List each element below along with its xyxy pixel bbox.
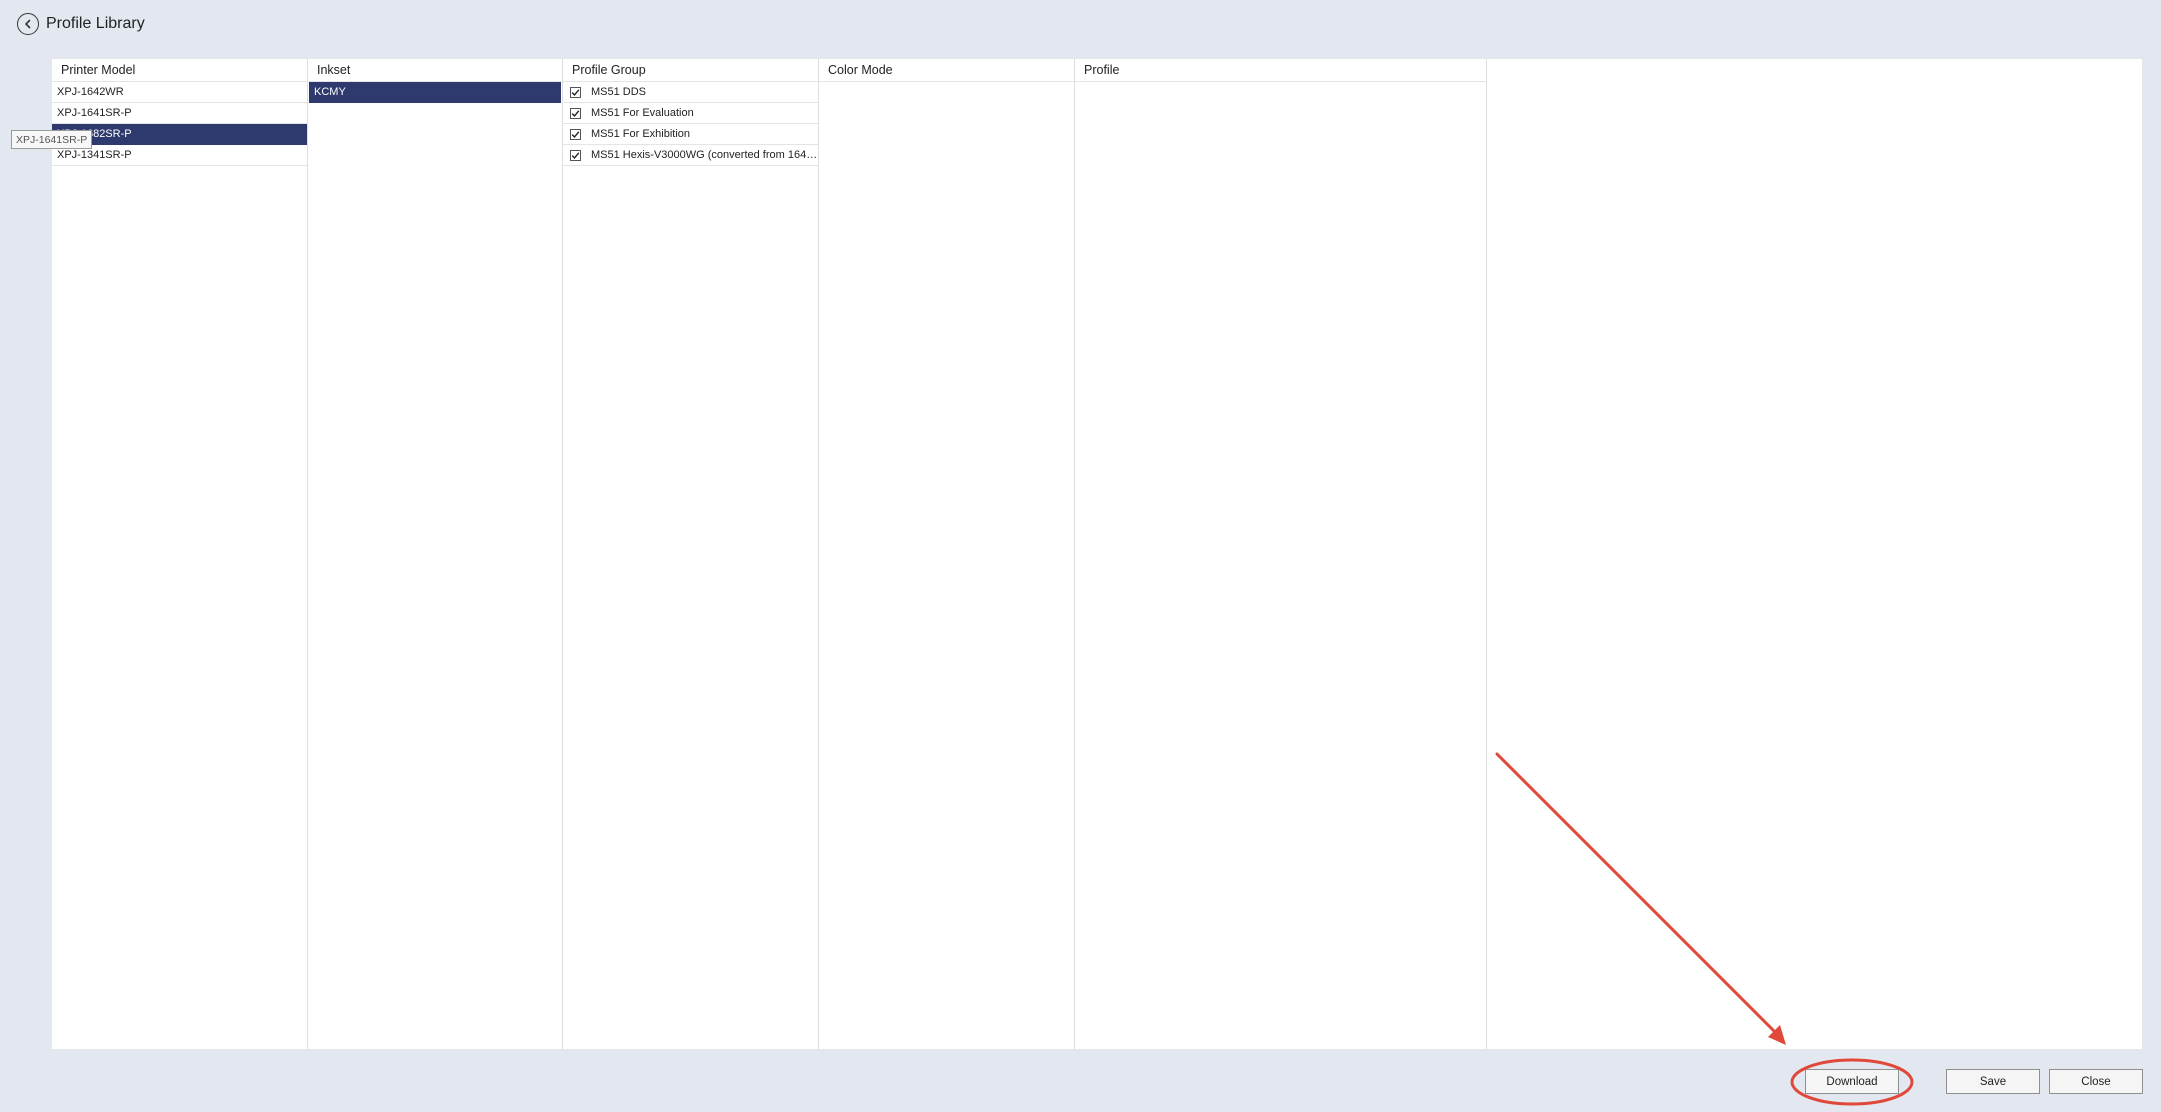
profile-group-label: MS51 For Exhibition	[591, 127, 691, 140]
checkmark-icon	[571, 88, 580, 96]
inkset-column: Inkset KCMY	[308, 59, 563, 1049]
back-button[interactable]	[17, 13, 39, 35]
page-title: Profile Library	[46, 15, 145, 32]
profile-group-checkbox[interactable]	[570, 128, 581, 140]
chevron-left-icon	[25, 19, 31, 29]
profile-group-item[interactable]: MS51 For Exhibition	[563, 124, 818, 145]
profile-group-checkbox[interactable]	[570, 107, 581, 119]
profile-column: Profile	[1075, 59, 1487, 1049]
profile-header: Profile	[1075, 59, 1486, 82]
profile-group-item[interactable]: MS51 For Evaluation	[563, 103, 818, 124]
inkset-item-selected[interactable]: KCMY	[309, 82, 561, 103]
page-header: Profile Library	[17, 11, 145, 37]
printer-model-column: Printer Model XPJ-1642WR XPJ-1641SR-P XP…	[52, 59, 308, 1049]
profile-group-label: MS51 Hexis-V3000WG (converted from 1641S…	[591, 148, 818, 161]
save-button[interactable]: Save	[1946, 1069, 2040, 1094]
profile-group-item[interactable]: MS51 Hexis-V3000WG (converted from 1641S…	[563, 145, 818, 166]
inkset-header: Inkset	[308, 59, 562, 82]
printer-model-item[interactable]: XPJ-1641SR-P	[52, 103, 307, 124]
checkmark-icon	[571, 109, 580, 117]
profile-group-header: Profile Group	[563, 59, 818, 82]
printer-model-header: Printer Model	[52, 59, 307, 82]
profile-group-checkbox[interactable]	[570, 86, 581, 98]
profile-group-label: MS51 For Evaluation	[591, 106, 694, 119]
inkset-list: KCMY	[308, 82, 562, 103]
profile-group-item[interactable]: MS51 DDS	[563, 82, 818, 103]
profile-group-label: MS51 DDS	[591, 85, 647, 98]
profile-group-checkbox[interactable]	[570, 149, 581, 161]
checkmark-icon	[571, 130, 580, 138]
close-button[interactable]: Close	[2049, 1069, 2143, 1094]
printer-model-tooltip: XPJ-1641SR-P	[11, 130, 93, 149]
checkmark-icon	[571, 151, 580, 159]
printer-model-list: XPJ-1642WR XPJ-1641SR-P XPJ-1682SR-P XPJ…	[52, 82, 307, 166]
printer-model-item[interactable]: XPJ-1642WR	[52, 82, 307, 103]
color-mode-header: Color Mode	[819, 59, 1074, 82]
profile-group-list: MS51 DDS MS51 For Evaluation MS51 For Ex…	[563, 82, 818, 166]
color-mode-column: Color Mode	[819, 59, 1075, 1049]
profile-library-panel: Printer Model XPJ-1642WR XPJ-1641SR-P XP…	[51, 58, 2143, 1050]
download-button[interactable]: Download	[1805, 1069, 1899, 1094]
profile-group-column: Profile Group MS51 DDS MS51 For Evaluati…	[563, 59, 819, 1049]
